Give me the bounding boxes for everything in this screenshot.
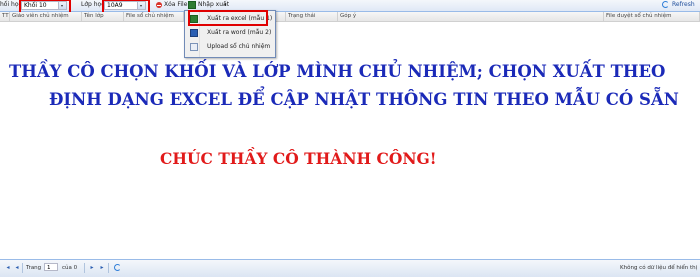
col-giao-vien[interactable]: Giáo viên chủ nhiệm bbox=[10, 12, 82, 21]
prev-page-icon[interactable]: ◂ bbox=[13, 264, 21, 272]
first-page-icon[interactable]: ◂ bbox=[4, 264, 12, 272]
next-page-icon[interactable]: ▸ bbox=[88, 264, 96, 272]
col-file-duyet[interactable]: File duyệt sổ chủ nhiệm bbox=[604, 12, 700, 21]
col-tt[interactable]: TT bbox=[0, 12, 10, 21]
menu-item-export-word[interactable]: Xuất ra word (mẫu 2) bbox=[185, 26, 275, 39]
last-page-icon[interactable]: ▸ bbox=[98, 264, 106, 272]
instruction-line-1: THẦY CÔ CHỌN KHỐI VÀ LỚP MÌNH CHỦ NHIỆM;… bbox=[9, 62, 666, 81]
menu-item-label: Xuất ra word (mẫu 2) bbox=[207, 29, 272, 36]
pager-divider bbox=[22, 263, 23, 273]
menu-item-label: Upload sổ chủ nhiệm bbox=[207, 43, 271, 50]
col-trang-thai[interactable]: Trạng thái bbox=[286, 12, 338, 21]
delete-icon[interactable] bbox=[156, 2, 162, 8]
page-number-input[interactable]: 1 bbox=[44, 263, 58, 271]
pager-divider bbox=[108, 263, 109, 273]
page-count-label: của 0 bbox=[62, 265, 78, 271]
instruction-line-2: ĐỊNH DẠNG EXCEL ĐỂ CẬP NHẬT THÔNG TIN TH… bbox=[49, 90, 679, 109]
col-ten-lop[interactable]: Tên lớp bbox=[82, 12, 124, 21]
grid-header: TT Giáo viên chủ nhiệm Tên lớp File sổ c… bbox=[0, 12, 700, 22]
highlight-export-excel bbox=[188, 10, 268, 26]
col-file-so[interactable]: File sổ chủ nhiệm bbox=[124, 12, 184, 21]
word-icon bbox=[190, 29, 198, 37]
refresh-icon[interactable] bbox=[662, 1, 669, 8]
page-label: Trang bbox=[26, 265, 42, 271]
pager-divider bbox=[84, 263, 85, 273]
dropdown-arrow-icon[interactable]: ▾ bbox=[224, 1, 227, 9]
refresh-icon[interactable] bbox=[114, 264, 121, 271]
menu-item-upload[interactable]: Upload sổ chủ nhiệm bbox=[185, 40, 275, 53]
pager: ◂ ◂ Trang 1 của 0 ▸ ▸ Không có dữ liệu đ… bbox=[0, 259, 700, 277]
instruction-line-3: CHÚC THẦY CÔ THÀNH CÔNG! bbox=[160, 149, 437, 168]
excel-icon bbox=[188, 1, 196, 9]
empty-message: Không có dữ liệu để hiển thị bbox=[620, 265, 698, 271]
upload-icon bbox=[190, 43, 198, 51]
refresh-button[interactable]: Refresh bbox=[672, 1, 695, 9]
col-gop-y[interactable]: Góp ý bbox=[338, 12, 604, 21]
delete-file-button[interactable]: Xóa File bbox=[164, 1, 187, 9]
